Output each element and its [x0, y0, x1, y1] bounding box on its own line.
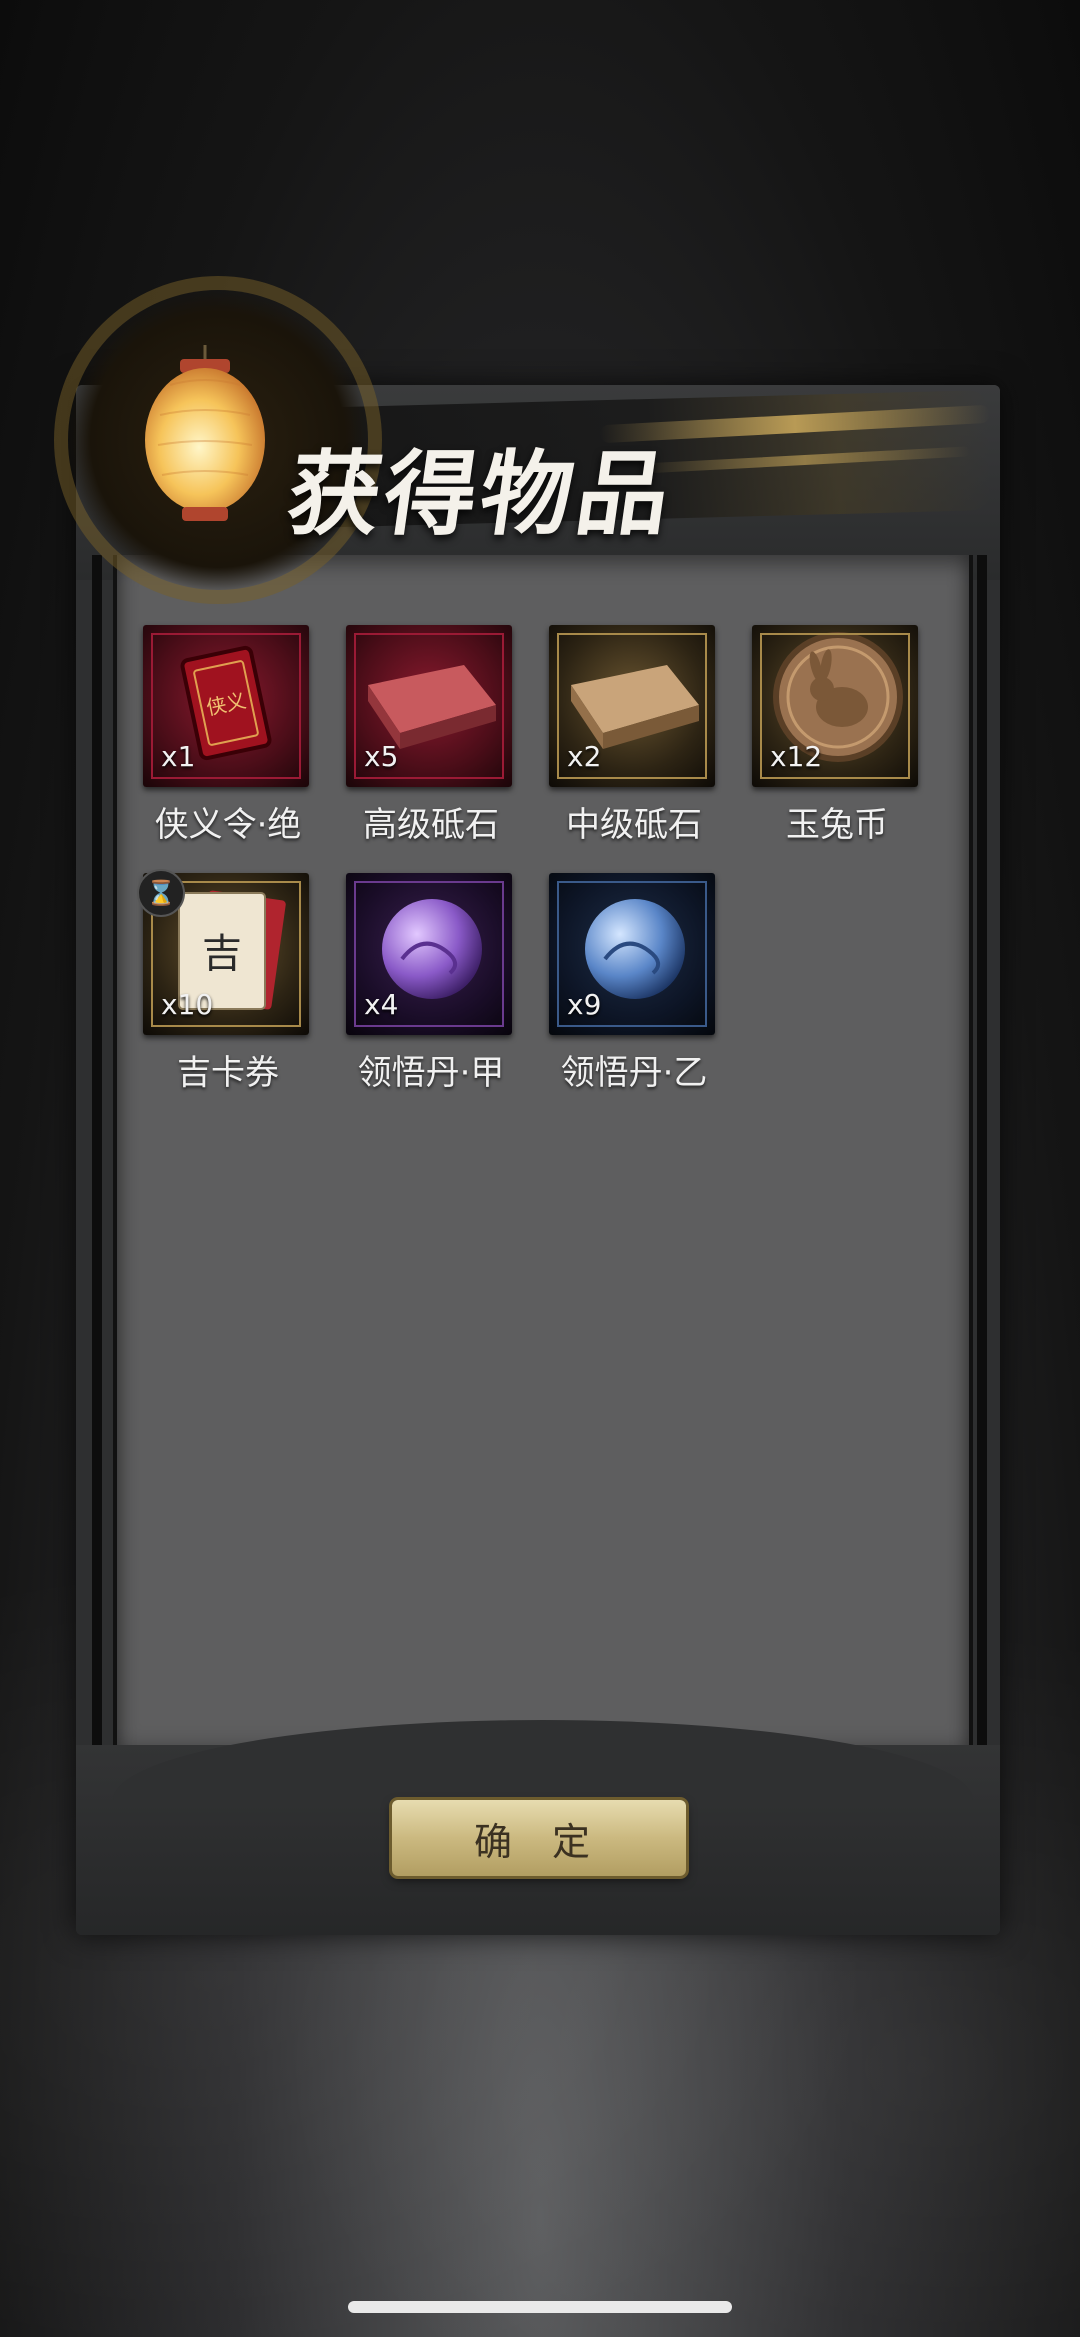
item-frame: 侠义 x1 — [143, 625, 309, 787]
item-name: 领悟丹·甲 — [357, 1053, 505, 1093]
reward-item[interactable]: ⌛ 吉 x10 吉卡券 — [137, 869, 313, 1094]
svg-text:吉: 吉 — [202, 931, 242, 977]
lantern-icon — [145, 345, 265, 521]
reward-item[interactable]: 侠义 x1 侠义令·绝 — [143, 625, 313, 846]
confirm-button[interactable]: 确 定 — [392, 1800, 686, 1876]
item-name: 领悟丹·乙 — [560, 1053, 708, 1093]
item-name: 高级砥石 — [363, 805, 499, 845]
hourglass-icon: ⌛ — [137, 869, 185, 917]
item-frame: x9 — [549, 873, 715, 1035]
item-name: 中级砥石 — [566, 805, 702, 845]
item-qty: x9 — [567, 988, 602, 1021]
item-name: 吉卡券 — [177, 1053, 279, 1093]
item-qty: x12 — [770, 740, 823, 773]
item-name: 玉兔币 — [786, 805, 888, 845]
reward-item[interactable]: x9 领悟丹·乙 — [549, 873, 719, 1094]
item-name: 侠义令·绝 — [154, 805, 302, 845]
reward-item[interactable]: x2 中级砥石 — [549, 625, 719, 846]
item-frame: x4 — [346, 873, 512, 1035]
left-rail — [92, 555, 102, 1760]
reward-item[interactable]: x12 玉兔币 — [752, 625, 922, 846]
item-qty: x4 — [364, 988, 399, 1021]
item-qty: x10 — [161, 988, 214, 1021]
home-indicator[interactable] — [348, 2301, 732, 2313]
item-qty: x1 — [161, 740, 196, 773]
item-frame: x2 — [549, 625, 715, 787]
dialog-title: 获得物品 — [281, 440, 681, 548]
item-frame: x5 — [346, 625, 512, 787]
reward-item[interactable]: x5 高级砥石 — [346, 625, 516, 846]
item-qty: x2 — [567, 740, 602, 773]
right-rail — [977, 555, 987, 1760]
reward-item[interactable]: x4 领悟丹·甲 — [346, 873, 516, 1094]
item-frame: x12 — [752, 625, 918, 787]
item-qty: x5 — [364, 740, 399, 773]
